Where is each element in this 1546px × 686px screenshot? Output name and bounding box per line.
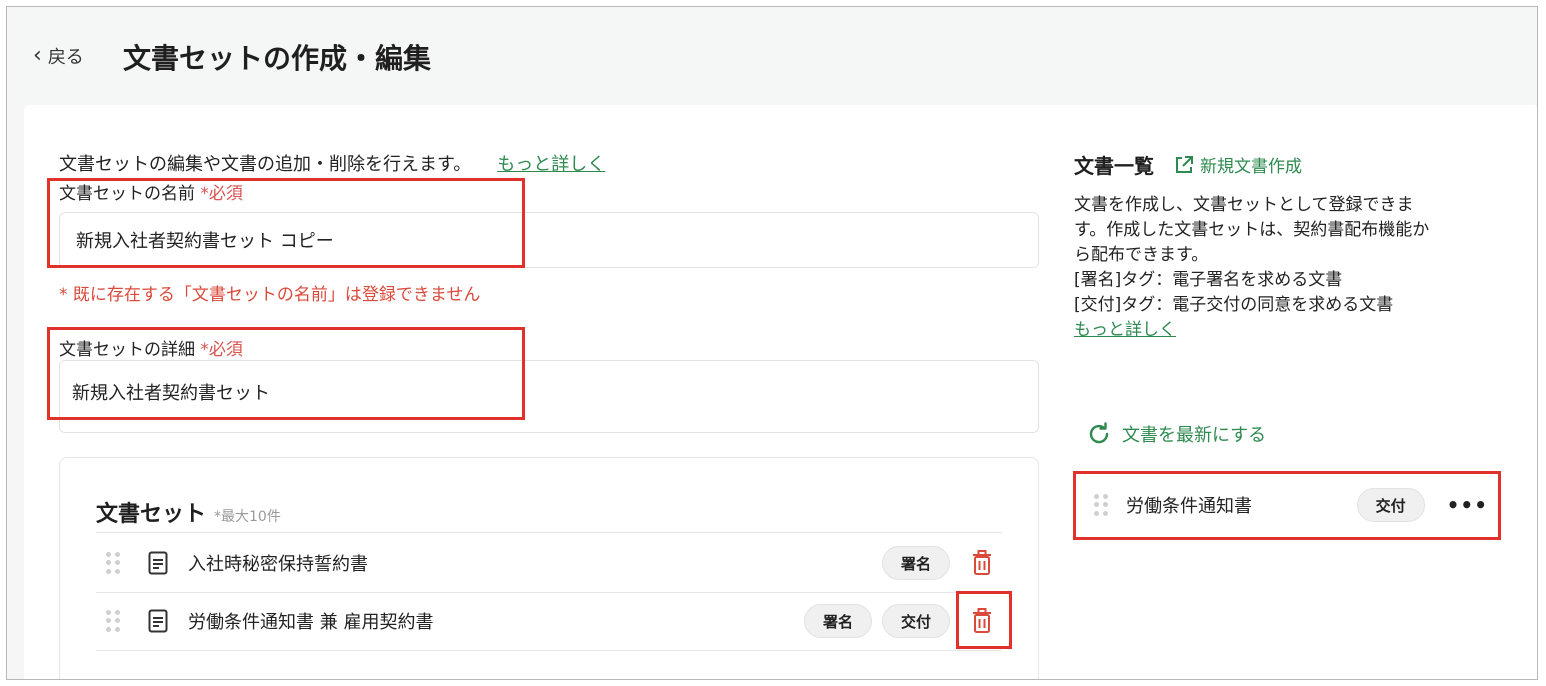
- page-title: 文書セットの作成・編集: [123, 42, 432, 75]
- document-set-row[interactable]: 労働条件通知書 兼 雇用契約書 署名 交付: [96, 592, 1002, 650]
- drag-handle-icon[interactable]: [1094, 494, 1108, 516]
- max-count-note: *最大10件: [214, 509, 281, 525]
- name-field-label: 文書セットの名前 *必須: [59, 179, 243, 204]
- description-line: [交付]タグ：電子交付の同意を求める文書: [1074, 295, 1394, 315]
- tag-delivery: 交付: [881, 604, 950, 638]
- divider: [96, 650, 1002, 651]
- document-set-title-text: 文書セット: [96, 502, 207, 527]
- document-list-header: 文書一覧 新規文書作成: [1074, 150, 1302, 179]
- document-list-description: 文書を作成し、文書セットとして登録できま す。作成した文書セットは、契約書配布機…: [1074, 193, 1494, 343]
- app-window: ‹ 戻る 文書セットの作成・編集 文書セットの編集や文書の追加・削除を行えます。…: [6, 6, 1538, 680]
- document-set-row[interactable]: 入社時秘密保持誓約書 署名: [96, 534, 1002, 592]
- back-button[interactable]: ‹ 戻る: [33, 43, 84, 69]
- description-line: す。作成した文書セットは、契約書配布機能か: [1074, 220, 1430, 240]
- description-line: 文書を作成し、文書セットとして登録できま: [1074, 195, 1414, 215]
- refresh-label: 文書を最新にする: [1122, 425, 1267, 446]
- learn-more-link[interactable]: もっと詳しく: [497, 154, 605, 175]
- chevron-left-icon: ‹: [33, 43, 42, 68]
- drag-handle-icon[interactable]: [106, 610, 120, 632]
- document-list-title: 文書一覧: [1074, 154, 1154, 178]
- tag-signature: 署名: [803, 604, 872, 638]
- detail-field-label: 文書セットの詳細 *必須: [59, 335, 243, 360]
- tag-signature: 署名: [881, 546, 950, 580]
- new-document-label: 新規文書作成: [1200, 157, 1302, 177]
- required-marker: *必須: [200, 184, 243, 204]
- document-set-panel: 文書セット *最大10件 入社時秘密保持誓約書 署名 労働条件通知書 兼 雇用契約…: [59, 457, 1039, 679]
- external-link-icon: [1176, 155, 1193, 173]
- tag-delivery: 交付: [1356, 488, 1425, 522]
- back-label: 戻る: [47, 47, 84, 68]
- trash-icon[interactable]: [970, 608, 994, 634]
- more-options-icon[interactable]: •••: [1447, 493, 1488, 517]
- required-marker: *必須: [200, 340, 243, 360]
- name-label-text: 文書セットの名前: [59, 184, 195, 204]
- document-list-item[interactable]: 労働条件通知書 交付 •••: [1084, 475, 1496, 535]
- detail-input[interactable]: 新規入社者契約書セット: [59, 360, 1039, 433]
- refresh-documents-button[interactable]: 文書を最新にする: [1086, 421, 1266, 447]
- trash-icon[interactable]: [970, 550, 994, 576]
- learn-more-link[interactable]: もっと詳しく: [1074, 320, 1176, 340]
- intro-text: 文書セットの編集や文書の追加・削除を行えます。 もっと詳しく: [59, 150, 605, 176]
- document-name: 入社時秘密保持誓約書: [188, 554, 368, 575]
- drag-handle-icon[interactable]: [106, 552, 120, 574]
- page-header: ‹ 戻る 文書セットの作成・編集: [7, 7, 1537, 105]
- name-error-message: * 既に存在する「文書セットの名前」は登録できません: [59, 285, 481, 305]
- new-document-link[interactable]: 新規文書作成: [1174, 152, 1302, 177]
- detail-label-text: 文書セットの詳細: [59, 340, 195, 360]
- document-name: 労働条件通知書: [1126, 496, 1252, 517]
- description-line: ら配布できます。: [1074, 245, 1209, 265]
- main-card: 文書セットの編集や文書の追加・削除を行えます。 もっと詳しく 文書セットの名前 *…: [24, 105, 1537, 679]
- description-line: [署名]タグ：電子署名を求める文書: [1074, 270, 1343, 290]
- name-input[interactable]: 新規入社者契約書セット コピー: [59, 212, 1039, 268]
- document-name: 労働条件通知書 兼 雇用契約書: [188, 612, 434, 633]
- document-icon: [148, 609, 168, 633]
- intro-description: 文書セットの編集や文書の追加・削除を行えます。: [59, 154, 472, 175]
- document-icon: [148, 551, 168, 575]
- document-set-title: 文書セット *最大10件: [96, 496, 281, 528]
- divider: [96, 532, 1002, 533]
- refresh-icon: [1089, 422, 1109, 444]
